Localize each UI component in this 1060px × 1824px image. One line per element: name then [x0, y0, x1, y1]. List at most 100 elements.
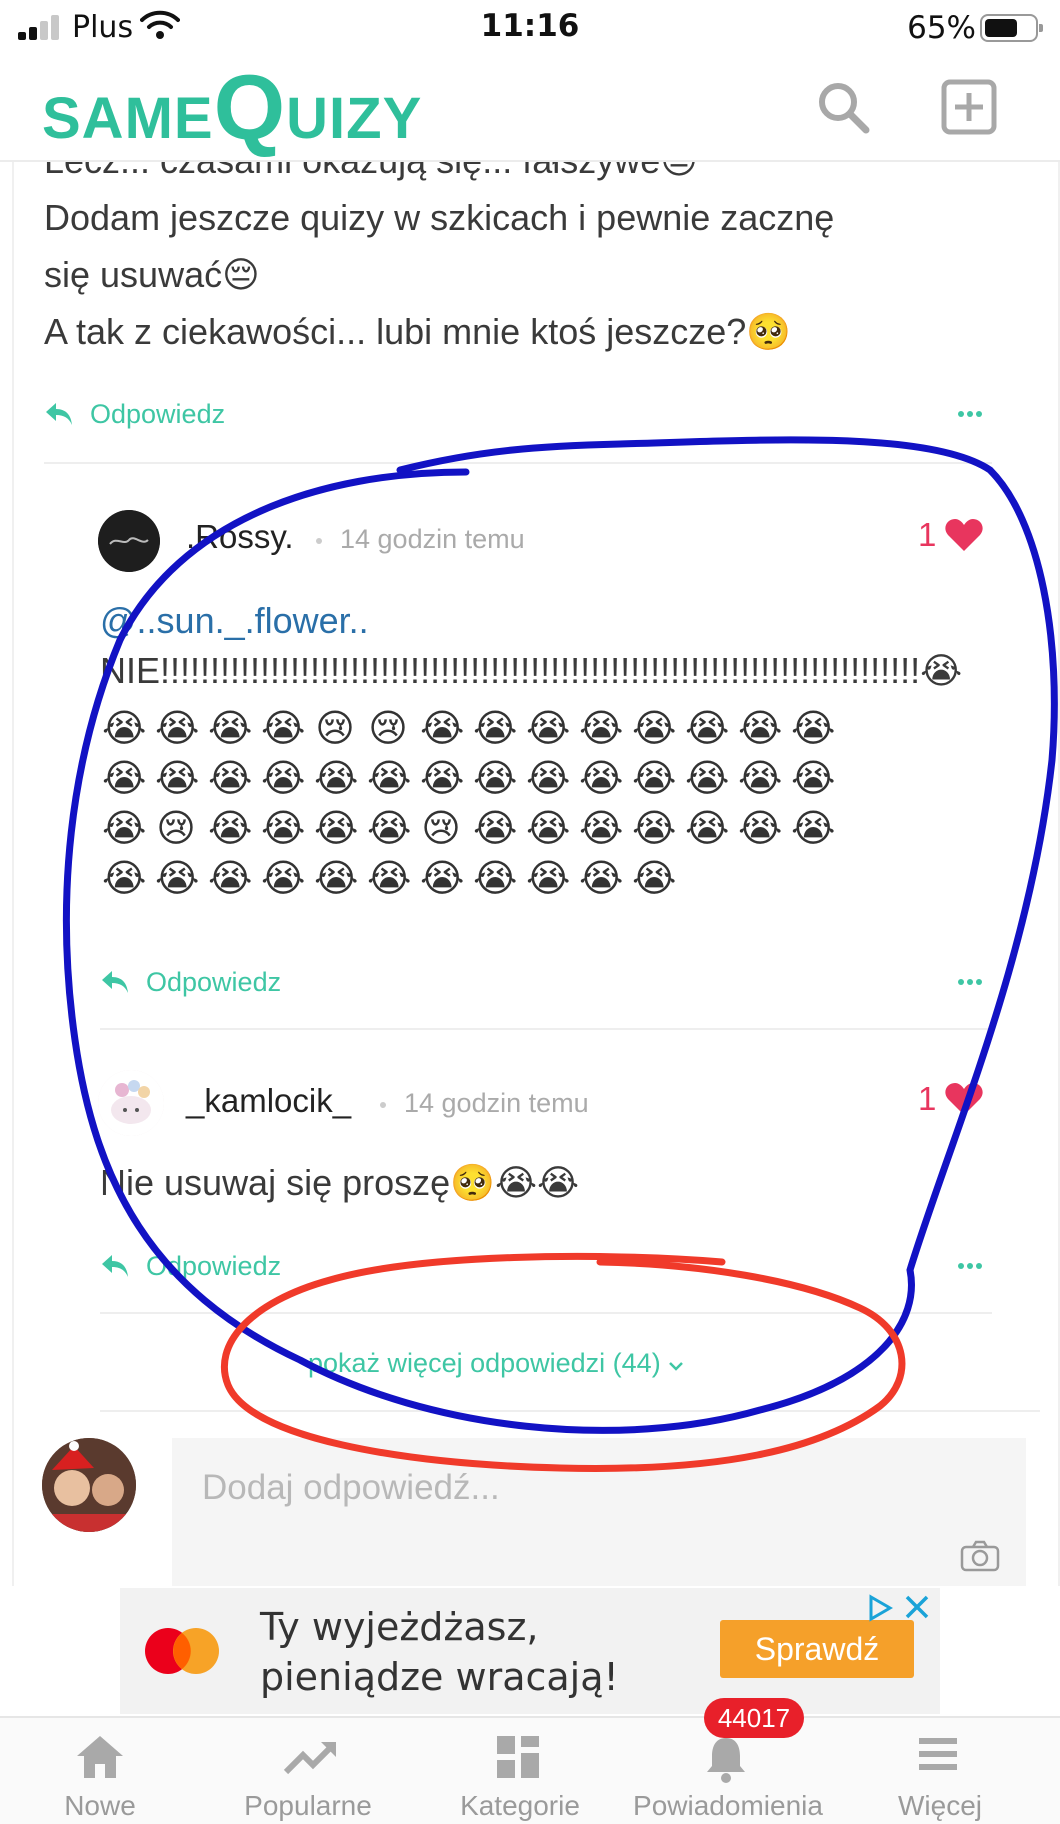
emoji: 😭	[208, 756, 253, 800]
camera-icon[interactable]	[960, 1540, 1000, 1572]
emoji: 😭	[102, 856, 147, 900]
emoji: 😭	[473, 806, 518, 850]
more-options-icon[interactable]	[958, 979, 984, 987]
emoji: 😭	[155, 856, 200, 900]
avatar-image	[98, 1070, 164, 1136]
app-header: SAME Q UIZY	[0, 56, 1060, 162]
bell-icon	[707, 1738, 745, 1783]
heart-icon	[945, 519, 984, 551]
emoji: 😢	[368, 706, 408, 750]
comments-section: Lecz... czasami okazują się... fałszywe😔…	[12, 162, 1060, 1586]
emoji: 😭	[155, 706, 200, 750]
emoji: 😢	[315, 706, 355, 750]
current-user-avatar	[42, 1438, 136, 1532]
emoji: 😭	[155, 756, 200, 800]
reply-icon	[102, 971, 128, 993]
emoji: 😢	[156, 806, 196, 850]
reply-button[interactable]: Odpowiedz	[100, 1246, 281, 1286]
emoji: 😭	[685, 756, 730, 800]
emoji: 😭	[579, 856, 624, 900]
emoji: 😭	[208, 856, 253, 900]
emoji: 😭	[632, 756, 677, 800]
emoji: 😭	[685, 806, 730, 850]
emoji: 😭	[632, 806, 677, 850]
nav-item-nowe[interactable]: Nowe	[0, 1718, 200, 1824]
emoji: 😭	[579, 706, 624, 750]
emoji: 😭	[473, 756, 518, 800]
emoji: 😭	[738, 756, 783, 800]
username[interactable]: .Rossy.	[186, 518, 294, 556]
username[interactable]: _kamlocik_	[186, 1082, 351, 1120]
emoji: 😭	[208, 706, 253, 750]
ad-text: Ty wyjeżdżasz, pieniądze wracają!	[260, 1605, 619, 1699]
emoji: 😭	[420, 756, 465, 800]
emoji: 😭	[261, 706, 306, 750]
emoji: 😭	[420, 706, 465, 750]
notification-badge: 44017	[704, 1698, 804, 1738]
emoji: 😭	[102, 706, 147, 750]
more-options-icon[interactable]	[958, 1263, 984, 1271]
emoji: 😭	[791, 806, 836, 850]
emoji: 😭	[632, 706, 677, 750]
battery-percent: 65%	[907, 10, 976, 46]
mastercard-logo-icon	[145, 1628, 219, 1674]
reply-icon	[102, 1255, 128, 1277]
comment-body: Lecz... czasami okazują się... fałszywe😔…	[44, 162, 835, 352]
emoji: 😭	[314, 856, 359, 900]
nav-item-popularne[interactable]: Popularne	[208, 1718, 408, 1824]
emoji: 😭	[367, 806, 412, 850]
search-icon[interactable]	[814, 78, 872, 136]
emoji: 😭	[473, 856, 518, 900]
reply-input[interactable]: Dodaj odpowiedź...	[172, 1438, 1026, 1586]
emoji: 😭	[632, 856, 677, 900]
ad-cta-button[interactable]: Sprawdź	[720, 1620, 914, 1678]
emoji: 😭	[367, 756, 412, 800]
emoji: 😭	[261, 856, 306, 900]
nav-item-kategorie[interactable]: Kategorie	[420, 1718, 620, 1824]
emoji: 😭	[526, 806, 571, 850]
like-button[interactable]: 1	[918, 1080, 984, 1118]
reply-button[interactable]: Odpowiedz	[44, 394, 225, 434]
trending-icon	[283, 1742, 336, 1775]
home-icon	[77, 1736, 123, 1778]
divider	[44, 462, 992, 464]
ad-banner[interactable]: Ty wyjeżdżasz, pieniądze wracają! Sprawd…	[120, 1588, 940, 1714]
show-more-replies-link[interactable]: pokaż więcej odpowiedzi (44)	[308, 1348, 684, 1379]
chevron-down-icon	[669, 1362, 684, 1371]
reply-icon	[46, 403, 72, 425]
nav-item-wiecej[interactable]: Więcej	[840, 1718, 1040, 1824]
emoji: 😭	[102, 806, 147, 850]
emoji: 😭	[579, 756, 624, 800]
separator-dot	[316, 538, 322, 544]
mention-link[interactable]: @..sun._.flower..	[100, 600, 369, 642]
divider	[100, 1410, 1040, 1412]
separator-dot	[380, 1102, 386, 1108]
ad-close-icon[interactable]	[900, 1590, 934, 1624]
emoji: 😭	[102, 756, 147, 800]
ad-choices-icon[interactable]	[866, 1594, 894, 1622]
samequizy-logo[interactable]: SAME Q UIZY	[42, 56, 422, 156]
avatar[interactable]	[98, 510, 160, 572]
like-button[interactable]: 1	[918, 516, 984, 554]
add-quiz-icon[interactable]	[940, 78, 998, 136]
emoji: 😭	[738, 706, 783, 750]
emoji: 😭	[367, 856, 412, 900]
status-bar: Plus 11:16 65%	[0, 0, 1060, 56]
more-options-icon[interactable]	[958, 411, 984, 419]
emoji: 😭	[314, 756, 359, 800]
reply-button[interactable]: Odpowiedz	[100, 962, 281, 1002]
avatar[interactable]	[98, 1070, 164, 1136]
avatar-image	[98, 510, 160, 572]
divider	[100, 1312, 992, 1314]
emoji: 😭	[791, 756, 836, 800]
emoji: 😭	[791, 706, 836, 750]
battery-icon	[980, 14, 1043, 42]
emoji: 😭	[738, 806, 783, 850]
emoji: 😭	[208, 806, 253, 850]
timestamp: 14 godzin temu	[340, 524, 525, 554]
emoji: 😭	[314, 806, 359, 850]
avatar-image	[42, 1438, 136, 1532]
grid-icon	[497, 1736, 539, 1778]
emoji: 😭	[473, 706, 518, 750]
menu-icon	[919, 1738, 957, 1770]
